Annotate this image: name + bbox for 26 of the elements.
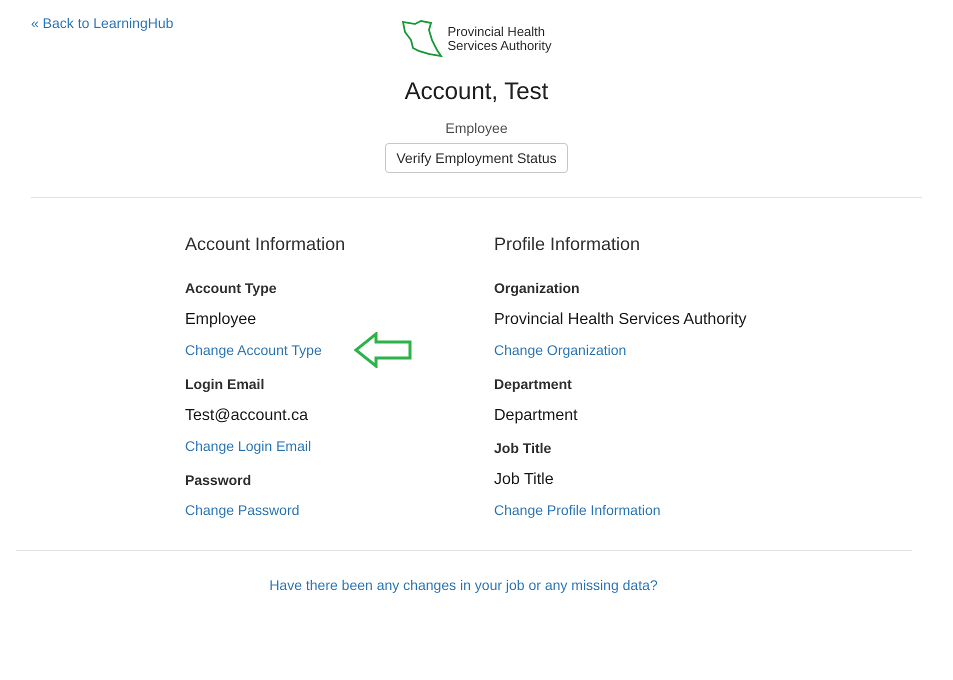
map-logo-icon bbox=[401, 18, 444, 60]
account-name: Account, Test bbox=[404, 78, 548, 106]
field-value: Job Title bbox=[494, 470, 555, 490]
change-link[interactable]: Change Organization bbox=[494, 340, 626, 360]
change-link[interactable]: Change Password bbox=[185, 500, 300, 520]
verify-button[interactable]: Verify Employment Status bbox=[385, 143, 568, 173]
logo-text: Services Authority bbox=[447, 39, 552, 53]
back-link[interactable]: « Back to LearningHub bbox=[31, 13, 174, 34]
field-label: Account Type bbox=[185, 279, 278, 298]
field-label: Login Email bbox=[185, 375, 266, 394]
field-value: Employee bbox=[185, 310, 258, 330]
field-value: Provincial Health Services Authority bbox=[494, 310, 748, 330]
change-link[interactable]: Change Profile Information bbox=[494, 500, 661, 520]
section-title: Profile Information bbox=[494, 233, 642, 256]
section-title: Account Information bbox=[185, 233, 346, 256]
field-label: Password bbox=[185, 471, 252, 490]
field-label: Job Title bbox=[494, 439, 552, 458]
field-label: Organization bbox=[494, 279, 581, 298]
change-link[interactable]: Change Login Email bbox=[185, 436, 312, 456]
role-text: Employee bbox=[445, 119, 508, 138]
field-label: Department bbox=[494, 375, 573, 394]
field-value: Test@account.ca bbox=[185, 406, 309, 426]
missing-data-link[interactable]: Have there been any changes in your job or any missing data? bbox=[269, 575, 658, 596]
logo-text: Provincial Health bbox=[447, 25, 546, 39]
change-link[interactable]: Change Account Type bbox=[185, 340, 322, 360]
field-value: Department bbox=[494, 406, 579, 426]
